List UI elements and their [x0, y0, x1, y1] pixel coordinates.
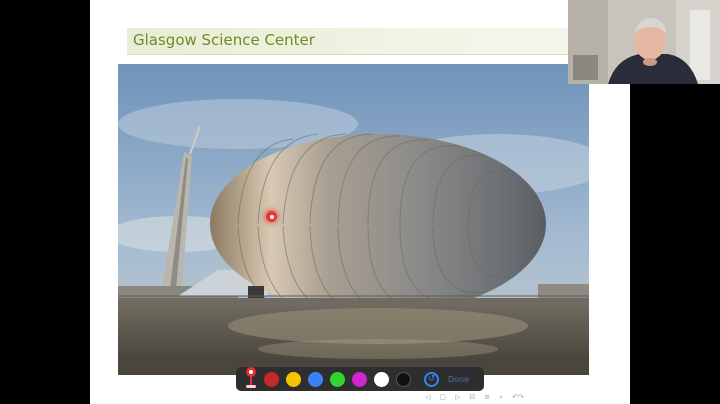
slide-prev-icon[interactable]: ◁ [425, 393, 430, 401]
color-swatch-green[interactable] [330, 371, 345, 387]
color-swatch-red[interactable] [264, 371, 279, 387]
undo-nav-icon[interactable]: ↶↷ [512, 393, 524, 401]
align-icon[interactable]: ≡ [484, 393, 490, 401]
color-swatch-black[interactable] [396, 371, 411, 387]
search-icon[interactable]: ⌕ [499, 393, 503, 402]
section-icon[interactable]: ⊟ [469, 393, 475, 401]
done-button[interactable]: Done [448, 375, 469, 384]
slide-title: Glasgow Science Center [133, 31, 315, 49]
map-pin-icon[interactable] [244, 367, 258, 391]
color-swatch-white[interactable] [374, 371, 389, 387]
laser-pointer-dot [266, 211, 277, 222]
frame-icon[interactable]: ▢ [439, 393, 446, 401]
annotation-toolbar: ↺ Done [236, 367, 484, 391]
undo-icon[interactable]: ↺ [424, 371, 439, 387]
color-swatch-blue[interactable] [308, 371, 323, 387]
beamer-nav-bar: ◁ ▢ ▷ ⊟ ≡ ⌕ ↶↷ [425, 392, 524, 402]
slide-next-icon[interactable]: ▷ [455, 393, 460, 401]
color-swatch-magenta[interactable] [352, 371, 367, 387]
slide-photo [118, 64, 589, 375]
color-swatch-yellow[interactable] [286, 371, 301, 387]
webcam-feed [568, 0, 720, 84]
